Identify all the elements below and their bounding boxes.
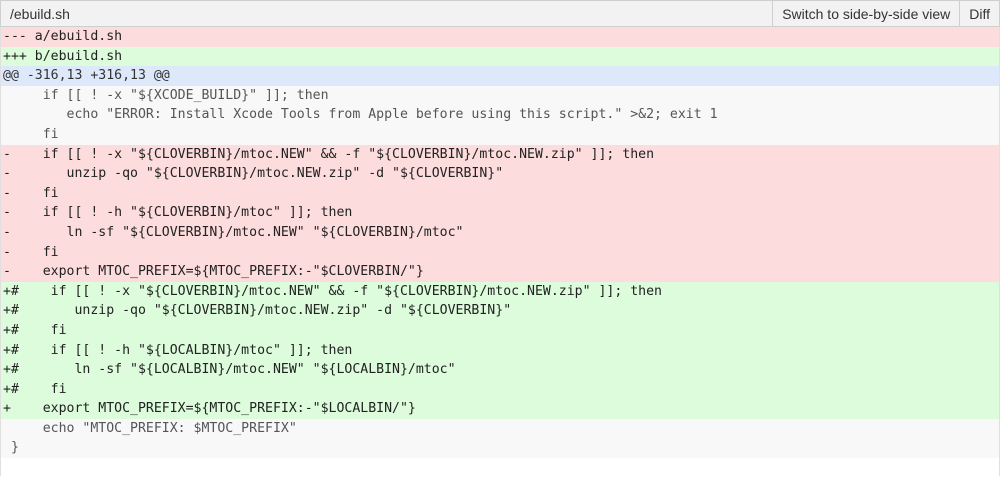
old-file-header: --- a/ebuild.sh [1,27,999,47]
deleted-line: - export MTOC_PREFIX=${MTOC_PREFIX:-"$CL… [1,262,999,282]
switch-side-by-side-button[interactable]: Switch to side-by-side view [772,1,960,26]
deleted-line: - if [[ ! -x "${CLOVERBIN}/mtoc.NEW" && … [1,144,999,165]
diff-lines: --- a/ebuild.sh +++ b/ebuild.sh @@ -316,13… [1,27,999,459]
context-line: } [1,438,999,459]
added-line: +# if [[ ! -x "${CLOVERBIN}/mtoc.NEW" &&… [1,281,999,302]
deleted-line: - fi [1,183,999,204]
deleted-line: - ln -sf "${CLOVERBIN}/mtoc.NEW" "${CLOV… [1,222,999,243]
added-line: +# unzip -qo "${CLOVERBIN}/mtoc.NEW.zip"… [1,301,999,321]
deleted-line: - unzip -qo "${CLOVERBIN}/mtoc.NEW.zip" … [1,164,999,184]
file-path: /ebuild.sh [10,5,70,22]
context-line: echo "ERROR: Install Xcode Tools from Ap… [1,105,999,125]
context-line: if [[ ! -x "${XCODE_BUILD}" ]]; then [1,85,999,106]
context-line: echo "MTOC_PREFIX: $MTOC_PREFIX" [1,418,999,439]
new-file-header: +++ b/ebuild.sh [1,46,999,67]
added-line: +# fi [1,320,999,341]
added-line: +# ln -sf "${LOCALBIN}/mtoc.NEW" "${LOCA… [1,360,999,380]
deleted-line: - fi [1,242,999,263]
diff-body: --- a/ebuild.sh +++ b/ebuild.sh @@ -316,13… [0,27,1000,477]
hunk-header: @@ -316,13 +316,13 @@ [1,66,999,86]
added-line: +# fi [1,379,999,400]
added-line: + export MTOC_PREFIX=${MTOC_PREFIX:-"$LO… [1,399,999,419]
context-line: fi [1,124,999,145]
deleted-line: - if [[ ! -h "${CLOVERBIN}/mtoc" ]]; the… [1,203,999,223]
diff-button[interactable]: Diff [959,1,999,26]
diff-footer-space [1,458,999,477]
added-line: +# if [[ ! -h "${LOCALBIN}/mtoc" ]]; the… [1,340,999,361]
diff-file-header: /ebuild.sh Switch to side-by-side view D… [0,0,1000,27]
